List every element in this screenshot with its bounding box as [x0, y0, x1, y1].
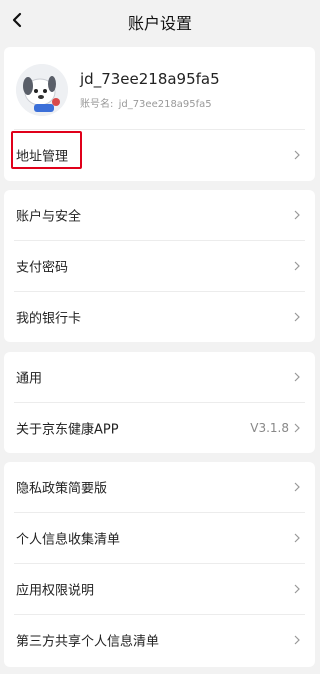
bank-card-row[interactable]: 我的银行卡: [4, 292, 315, 342]
chevron-right-icon: [294, 533, 300, 543]
row-label: 应用权限说明: [16, 583, 95, 599]
general-group: 通用 关于京东健康APP V3.1.8: [4, 352, 315, 453]
app-version: V3.1.8: [250, 421, 289, 435]
row-label: 个人信息收集清单: [16, 532, 121, 548]
chevron-right-icon: [294, 261, 300, 271]
privacy-policy-row[interactable]: 隐私政策简要版: [4, 462, 315, 512]
page-title: 账户设置: [127, 14, 192, 33]
payment-password-row[interactable]: 支付密码: [4, 241, 315, 291]
personal-info-list-row[interactable]: 个人信息收集清单: [4, 513, 315, 563]
chevron-right-icon: [294, 482, 300, 492]
row-label: 地址管理: [16, 149, 69, 165]
account-name-line: 账号名: jd_73ee218a95fa5: [80, 95, 214, 110]
avatar[interactable]: [16, 64, 68, 116]
username: jd_73ee218a95fa5: [80, 70, 220, 88]
row-label: 我的银行卡: [16, 311, 82, 327]
header-bar: 账户设置: [0, 0, 320, 40]
profile-section[interactable]: jd_73ee218a95fa5 账号名: jd_73ee218a95fa5: [4, 47, 315, 129]
general-row[interactable]: 通用: [4, 352, 315, 402]
row-label: 第三方共享个人信息清单: [16, 634, 160, 650]
chevron-right-icon: [294, 150, 300, 160]
chevron-right-icon: [294, 312, 300, 322]
about-app-row[interactable]: 关于京东健康APP V3.1.8: [4, 403, 315, 453]
account-name-label: 账号名:: [80, 99, 114, 110]
chevron-right-icon: [294, 584, 300, 594]
privacy-group: 隐私政策简要版 个人信息收集清单 应用权限说明 第三方共享个人信息清单: [4, 462, 315, 667]
row-label: 账户与安全: [16, 209, 82, 225]
chevron-right-icon: [294, 423, 300, 433]
account-name-value: jd_73ee218a95fa5: [118, 99, 212, 110]
app-permissions-row[interactable]: 应用权限说明: [4, 564, 315, 614]
avatar-dog-icon: [16, 64, 68, 116]
profile-card: jd_73ee218a95fa5 账号名: jd_73ee218a95fa5 地…: [4, 47, 315, 181]
row-label: 通用: [16, 371, 43, 387]
row-label: 支付密码: [16, 260, 69, 276]
address-management-row[interactable]: 地址管理: [4, 130, 315, 180]
account-security-row[interactable]: 账户与安全: [4, 190, 315, 240]
chevron-right-icon: [294, 635, 300, 645]
chevron-right-icon: [294, 210, 300, 220]
third-party-sharing-row[interactable]: 第三方共享个人信息清单: [4, 615, 315, 665]
account-group: 账户与安全 支付密码 我的银行卡: [4, 190, 315, 342]
chevron-right-icon: [294, 372, 300, 382]
row-label: 隐私政策简要版: [16, 481, 108, 497]
row-label: 关于京东健康APP: [16, 422, 119, 438]
